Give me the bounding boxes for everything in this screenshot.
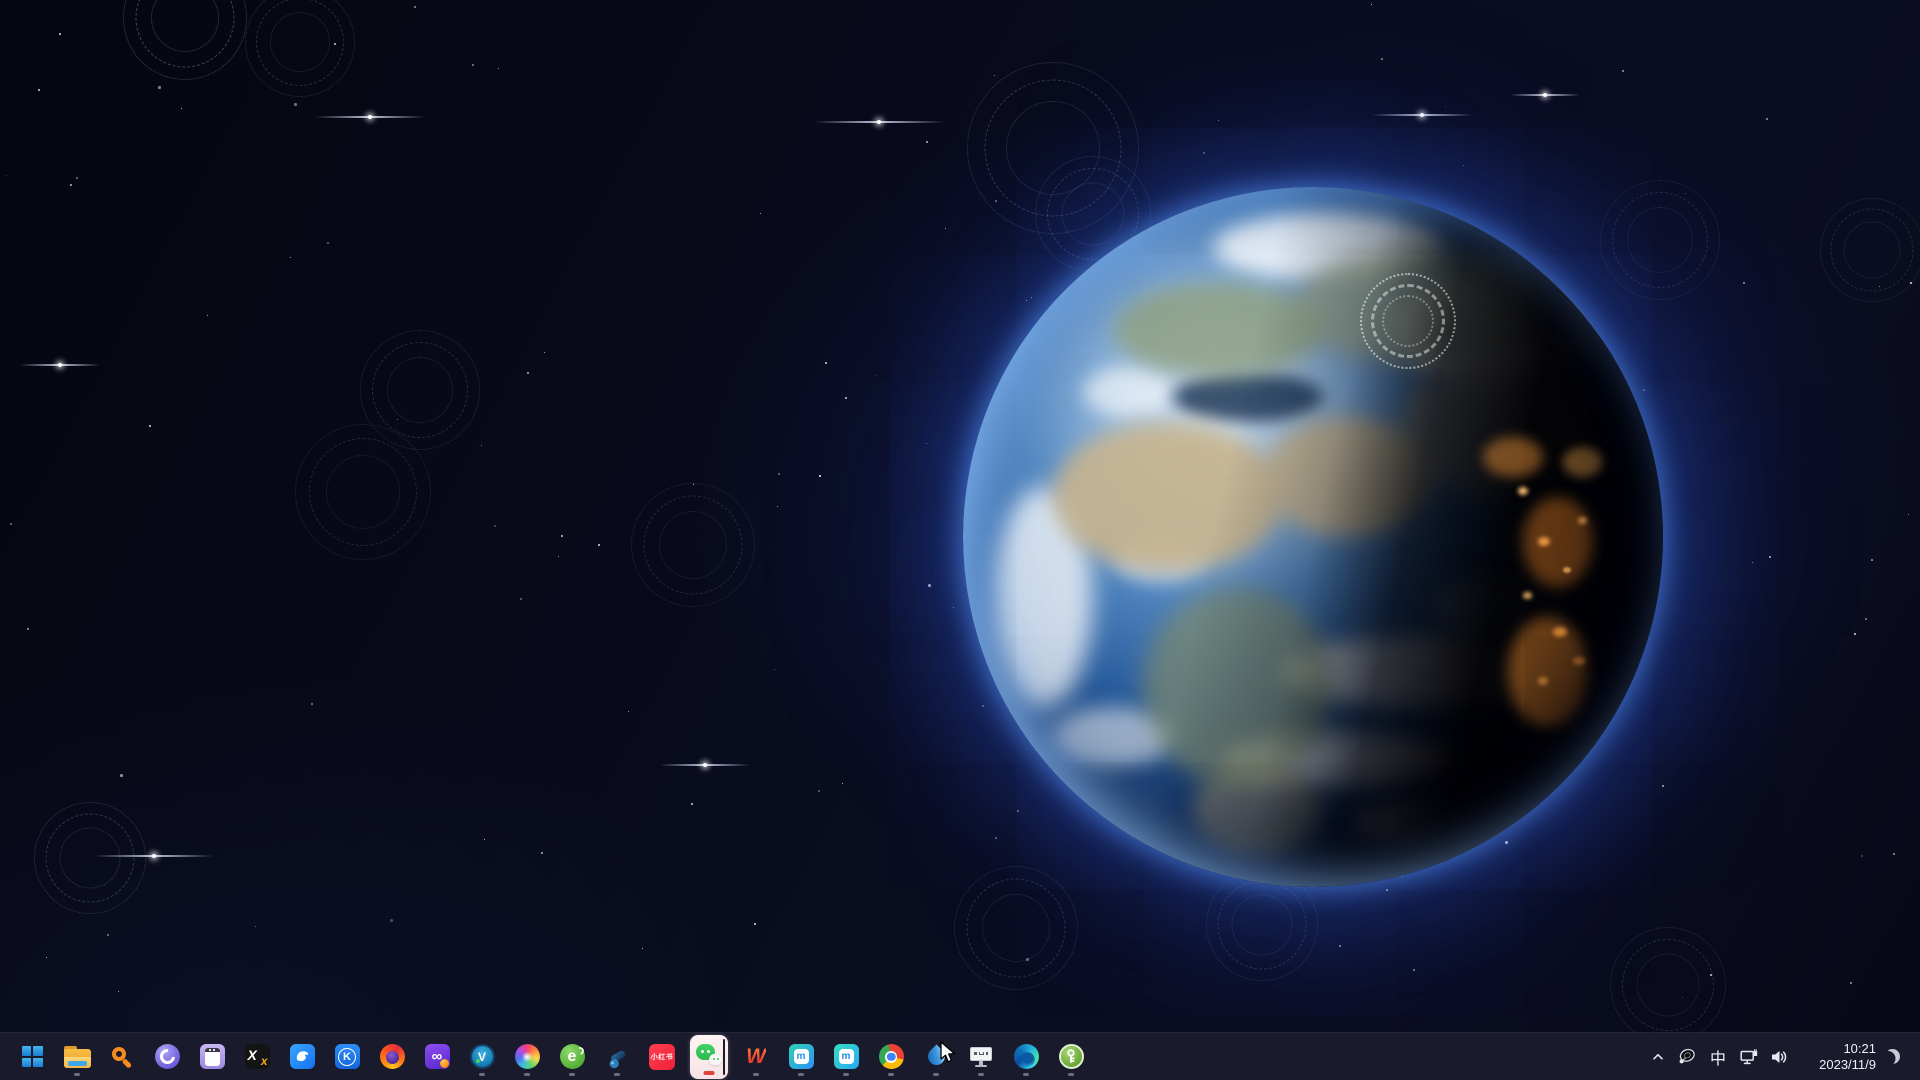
satellite-dish-icon [1676, 1046, 1698, 1068]
chrome-icon [879, 1044, 904, 1069]
taskbar-item-k-app[interactable]: K [327, 1037, 367, 1077]
taskbar-item-purple-circle-app[interactable] [147, 1037, 187, 1077]
taskbar-item-keepass[interactable] [1051, 1037, 1091, 1077]
purple-ring-icon [155, 1044, 180, 1069]
start-button[interactable] [12, 1037, 52, 1077]
taskbar-item-xiaohongshu[interactable]: 小红书 [642, 1037, 682, 1077]
notes-card-icon [200, 1044, 225, 1069]
color-wheel-icon [515, 1044, 540, 1069]
green-e-browser-icon: e [560, 1044, 585, 1069]
taskbar-item-xmind[interactable]: X x [237, 1037, 277, 1077]
taskbar-item-360-browser[interactable]: e [552, 1037, 592, 1077]
desktop: X x K ∞ V [0, 0, 1920, 1080]
tray-ime-indicator[interactable]: 中 [1702, 1037, 1734, 1077]
folder-icon [64, 1046, 91, 1068]
tray-chevron-up[interactable] [1644, 1037, 1672, 1077]
taskbar-item-firefox[interactable] [372, 1037, 412, 1077]
mouse-cursor [939, 1041, 961, 1065]
network-icon [1739, 1047, 1759, 1067]
stacked-window-edge [723, 1039, 726, 1075]
earth-atmosphere-rim [963, 187, 1663, 887]
windows-logo-icon [22, 1046, 43, 1067]
xiaohongshu-icon: 小红书 [649, 1044, 675, 1070]
keepass-key-icon [1059, 1044, 1084, 1069]
taskbar-item-eagle[interactable] [282, 1037, 322, 1077]
taskbar-item-infinity-app[interactable]: ∞ [417, 1037, 457, 1077]
taskbar-item-telescope-app[interactable] [597, 1037, 637, 1077]
taskbar-item-maxthon[interactable]: m [781, 1037, 821, 1077]
taskbar-item-v-meeting[interactable]: V [462, 1037, 502, 1077]
taskbar-item-wechat[interactable] [687, 1037, 731, 1077]
taskbar-item-monitor-app[interactable] [961, 1037, 1001, 1077]
wechat-active-indicator [704, 1071, 715, 1076]
eagle-icon [290, 1044, 315, 1069]
wechat-bubble-small [709, 1054, 722, 1065]
tray-clock[interactable]: 10:21 2023/11/9 [1794, 1037, 1876, 1077]
taskbar-item-edge[interactable] [1006, 1037, 1046, 1077]
wps-w-icon: W [746, 1046, 766, 1067]
tray-do-not-disturb[interactable] [1876, 1037, 1908, 1077]
taskbar-item-file-explorer[interactable] [57, 1037, 97, 1077]
search-icon [110, 1045, 134, 1069]
maxthon-beta-icon: m [834, 1044, 859, 1069]
k-circle-icon: K [335, 1044, 360, 1069]
wechat-icon [690, 1035, 728, 1079]
earth-wallpaper [963, 187, 1663, 887]
tray-volume[interactable] [1764, 1037, 1794, 1077]
clock-date: 2023/11/9 [1819, 1057, 1876, 1073]
taskbar-item-chrome[interactable] [871, 1037, 911, 1077]
telescope-icon [604, 1044, 630, 1070]
system-tray: 中 10:21 2023/11/9 [1644, 1033, 1920, 1080]
taskbar-item-maxthon-beta[interactable]: m [826, 1037, 866, 1077]
maxthon-icon: m [789, 1044, 814, 1069]
tray-network[interactable] [1734, 1037, 1764, 1077]
moon-icon [1885, 1049, 1900, 1064]
taskbar-item-wps[interactable]: W [736, 1037, 776, 1077]
taskbar-item-purple-notes-app[interactable] [192, 1037, 232, 1077]
infinity-icon: ∞ [425, 1044, 450, 1069]
fox-badge [440, 1059, 449, 1068]
xmind-icon: X x [245, 1044, 270, 1069]
v-circle-icon: V [470, 1044, 495, 1069]
tray-satellite-dish-app[interactable] [1672, 1037, 1702, 1077]
edge-icon [1014, 1044, 1039, 1069]
monitor-face-icon [969, 1046, 993, 1068]
taskbar-item-search[interactable] [102, 1037, 142, 1077]
chevron-up-icon [1649, 1048, 1667, 1066]
speaker-icon [1769, 1047, 1789, 1067]
mandala-ring-overlay [1360, 273, 1456, 369]
taskbar-item-color-wheel[interactable] [507, 1037, 547, 1077]
firefox-icon [380, 1044, 405, 1069]
clock-time: 10:21 [1843, 1041, 1876, 1057]
